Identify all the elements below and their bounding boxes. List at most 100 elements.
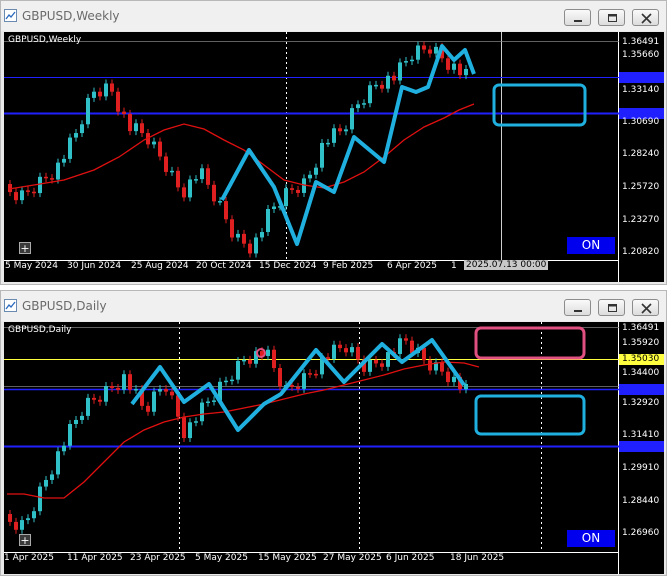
daily-symbol-label: GBPUSD,Daily bbox=[8, 325, 72, 335]
candle-body bbox=[338, 344, 342, 349]
candle-body bbox=[182, 416, 186, 439]
candle-body bbox=[212, 184, 216, 202]
candle-body bbox=[278, 368, 282, 387]
price-tick: 1.28240 bbox=[622, 149, 660, 159]
crosshair-time-label: 2025.07.13 00:00 bbox=[464, 260, 549, 270]
candle-body bbox=[338, 128, 342, 132]
candle-body bbox=[98, 399, 102, 402]
candle-body bbox=[254, 237, 258, 254]
level-tag-blue-1 bbox=[619, 384, 664, 395]
level-tag-yellow: 1.35030 bbox=[619, 354, 664, 365]
candle-body bbox=[398, 62, 402, 81]
date-tick: 9 Feb 2025 bbox=[323, 261, 374, 271]
daily-chart-area[interactable]: GBPUSD,Daily 1.36491 1.35920 1.35030 1.3… bbox=[4, 322, 664, 574]
candle-body bbox=[50, 178, 54, 180]
price-tick: 1.36491 bbox=[622, 37, 660, 47]
on-toggle-button[interactable]: ON bbox=[567, 237, 615, 254]
candle-body bbox=[326, 357, 330, 359]
candle-body bbox=[422, 347, 426, 361]
candle-body bbox=[188, 422, 192, 439]
candle-body bbox=[68, 137, 72, 159]
daily-chart-window[interactable]: GBPUSD,Daily GBPUSD,Daily 1.36491 1.3592… bbox=[0, 290, 667, 576]
candle-body bbox=[314, 373, 318, 376]
chart-app-icon bbox=[4, 9, 17, 22]
candle-body bbox=[128, 374, 132, 390]
date-tick: 15 Dec 2024 bbox=[259, 261, 317, 271]
candle-body bbox=[236, 360, 240, 380]
candle-body bbox=[62, 445, 66, 452]
minimize-button[interactable] bbox=[564, 299, 591, 316]
candle-body bbox=[320, 142, 324, 168]
weekly-chart-area[interactable]: GBPUSD,Weekly 1.36491 1.35660 1.33140 1.… bbox=[4, 32, 664, 282]
candle-body bbox=[308, 373, 312, 375]
candle-body bbox=[116, 387, 120, 390]
candle-body bbox=[290, 385, 294, 387]
weekly-window-title: GBPUSD,Weekly bbox=[22, 9, 120, 23]
on-toggle-button[interactable]: ON bbox=[567, 530, 615, 547]
candle-body bbox=[92, 397, 96, 400]
price-tick: 1.30690 bbox=[622, 117, 660, 127]
candle-body bbox=[284, 188, 288, 207]
candle-body bbox=[62, 158, 66, 163]
daily-titlebar[interactable]: GBPUSD,Daily bbox=[1, 291, 666, 321]
candle-body bbox=[332, 128, 336, 143]
daily-chart-canvas[interactable] bbox=[4, 322, 664, 574]
minimize-button[interactable] bbox=[564, 9, 591, 26]
candle-body bbox=[44, 176, 48, 179]
candle-body bbox=[8, 514, 12, 522]
maximize-button[interactable] bbox=[598, 299, 625, 316]
candle-body bbox=[428, 49, 432, 54]
level-tag-1 bbox=[619, 72, 664, 83]
date-tick: 11 Apr 2025 bbox=[67, 553, 123, 563]
candle-body bbox=[110, 83, 114, 92]
resistance-zone-box bbox=[474, 326, 586, 360]
weekly-zigzag bbox=[220, 44, 476, 246]
candle-body bbox=[230, 379, 234, 382]
candle-body bbox=[152, 141, 156, 145]
candle-body bbox=[194, 421, 198, 423]
weekly-chart-canvas[interactable] bbox=[4, 32, 664, 282]
candle-body bbox=[380, 363, 384, 367]
date-tick: 30 Jun 2024 bbox=[67, 261, 122, 271]
candle-body bbox=[158, 389, 162, 392]
support-zone-box bbox=[474, 394, 586, 436]
price-tick: 1.33140 bbox=[622, 85, 660, 95]
weekly-moving-average bbox=[8, 103, 475, 190]
weekly-titlebar[interactable]: GBPUSD,Weekly bbox=[1, 1, 666, 31]
candle-body bbox=[248, 359, 252, 364]
price-tick: 1.32920 bbox=[622, 398, 660, 408]
candle-body bbox=[302, 373, 306, 389]
candle-body bbox=[26, 518, 30, 521]
candle-body bbox=[200, 168, 204, 180]
candle-body bbox=[26, 190, 30, 192]
weekly-candles bbox=[8, 41, 468, 258]
candle-body bbox=[218, 201, 222, 203]
candle-body bbox=[164, 156, 168, 172]
price-tick: 1.35920 bbox=[622, 338, 660, 348]
plus-icon[interactable]: + bbox=[19, 242, 31, 254]
candle-body bbox=[446, 371, 450, 383]
candle-body bbox=[182, 187, 186, 198]
candle-body bbox=[176, 170, 180, 188]
candle-body bbox=[98, 91, 102, 97]
candle-body bbox=[410, 59, 414, 62]
date-tick: 23 Apr 2025 bbox=[130, 553, 186, 563]
price-tick: 1.28440 bbox=[622, 496, 660, 506]
candle-body bbox=[104, 386, 108, 402]
close-button[interactable] bbox=[632, 299, 659, 316]
candle-body bbox=[236, 233, 240, 238]
date-tick: 27 May 2025 bbox=[323, 553, 382, 563]
candle-body bbox=[56, 162, 60, 180]
plus-icon[interactable]: + bbox=[19, 534, 31, 546]
candle-body bbox=[146, 405, 150, 412]
date-tick: 5 May 2024 bbox=[5, 261, 58, 271]
candle-body bbox=[164, 389, 168, 392]
candle-body bbox=[242, 233, 246, 244]
close-button[interactable] bbox=[632, 9, 659, 26]
candle-body bbox=[344, 129, 348, 132]
candle-body bbox=[14, 521, 18, 530]
daily-moving-average bbox=[7, 361, 480, 499]
weekly-chart-window[interactable]: GBPUSD,Weekly GBPUSD,Weekly 1.36491 1.35… bbox=[0, 0, 667, 285]
candle-body bbox=[122, 111, 126, 114]
maximize-button[interactable] bbox=[598, 9, 625, 26]
